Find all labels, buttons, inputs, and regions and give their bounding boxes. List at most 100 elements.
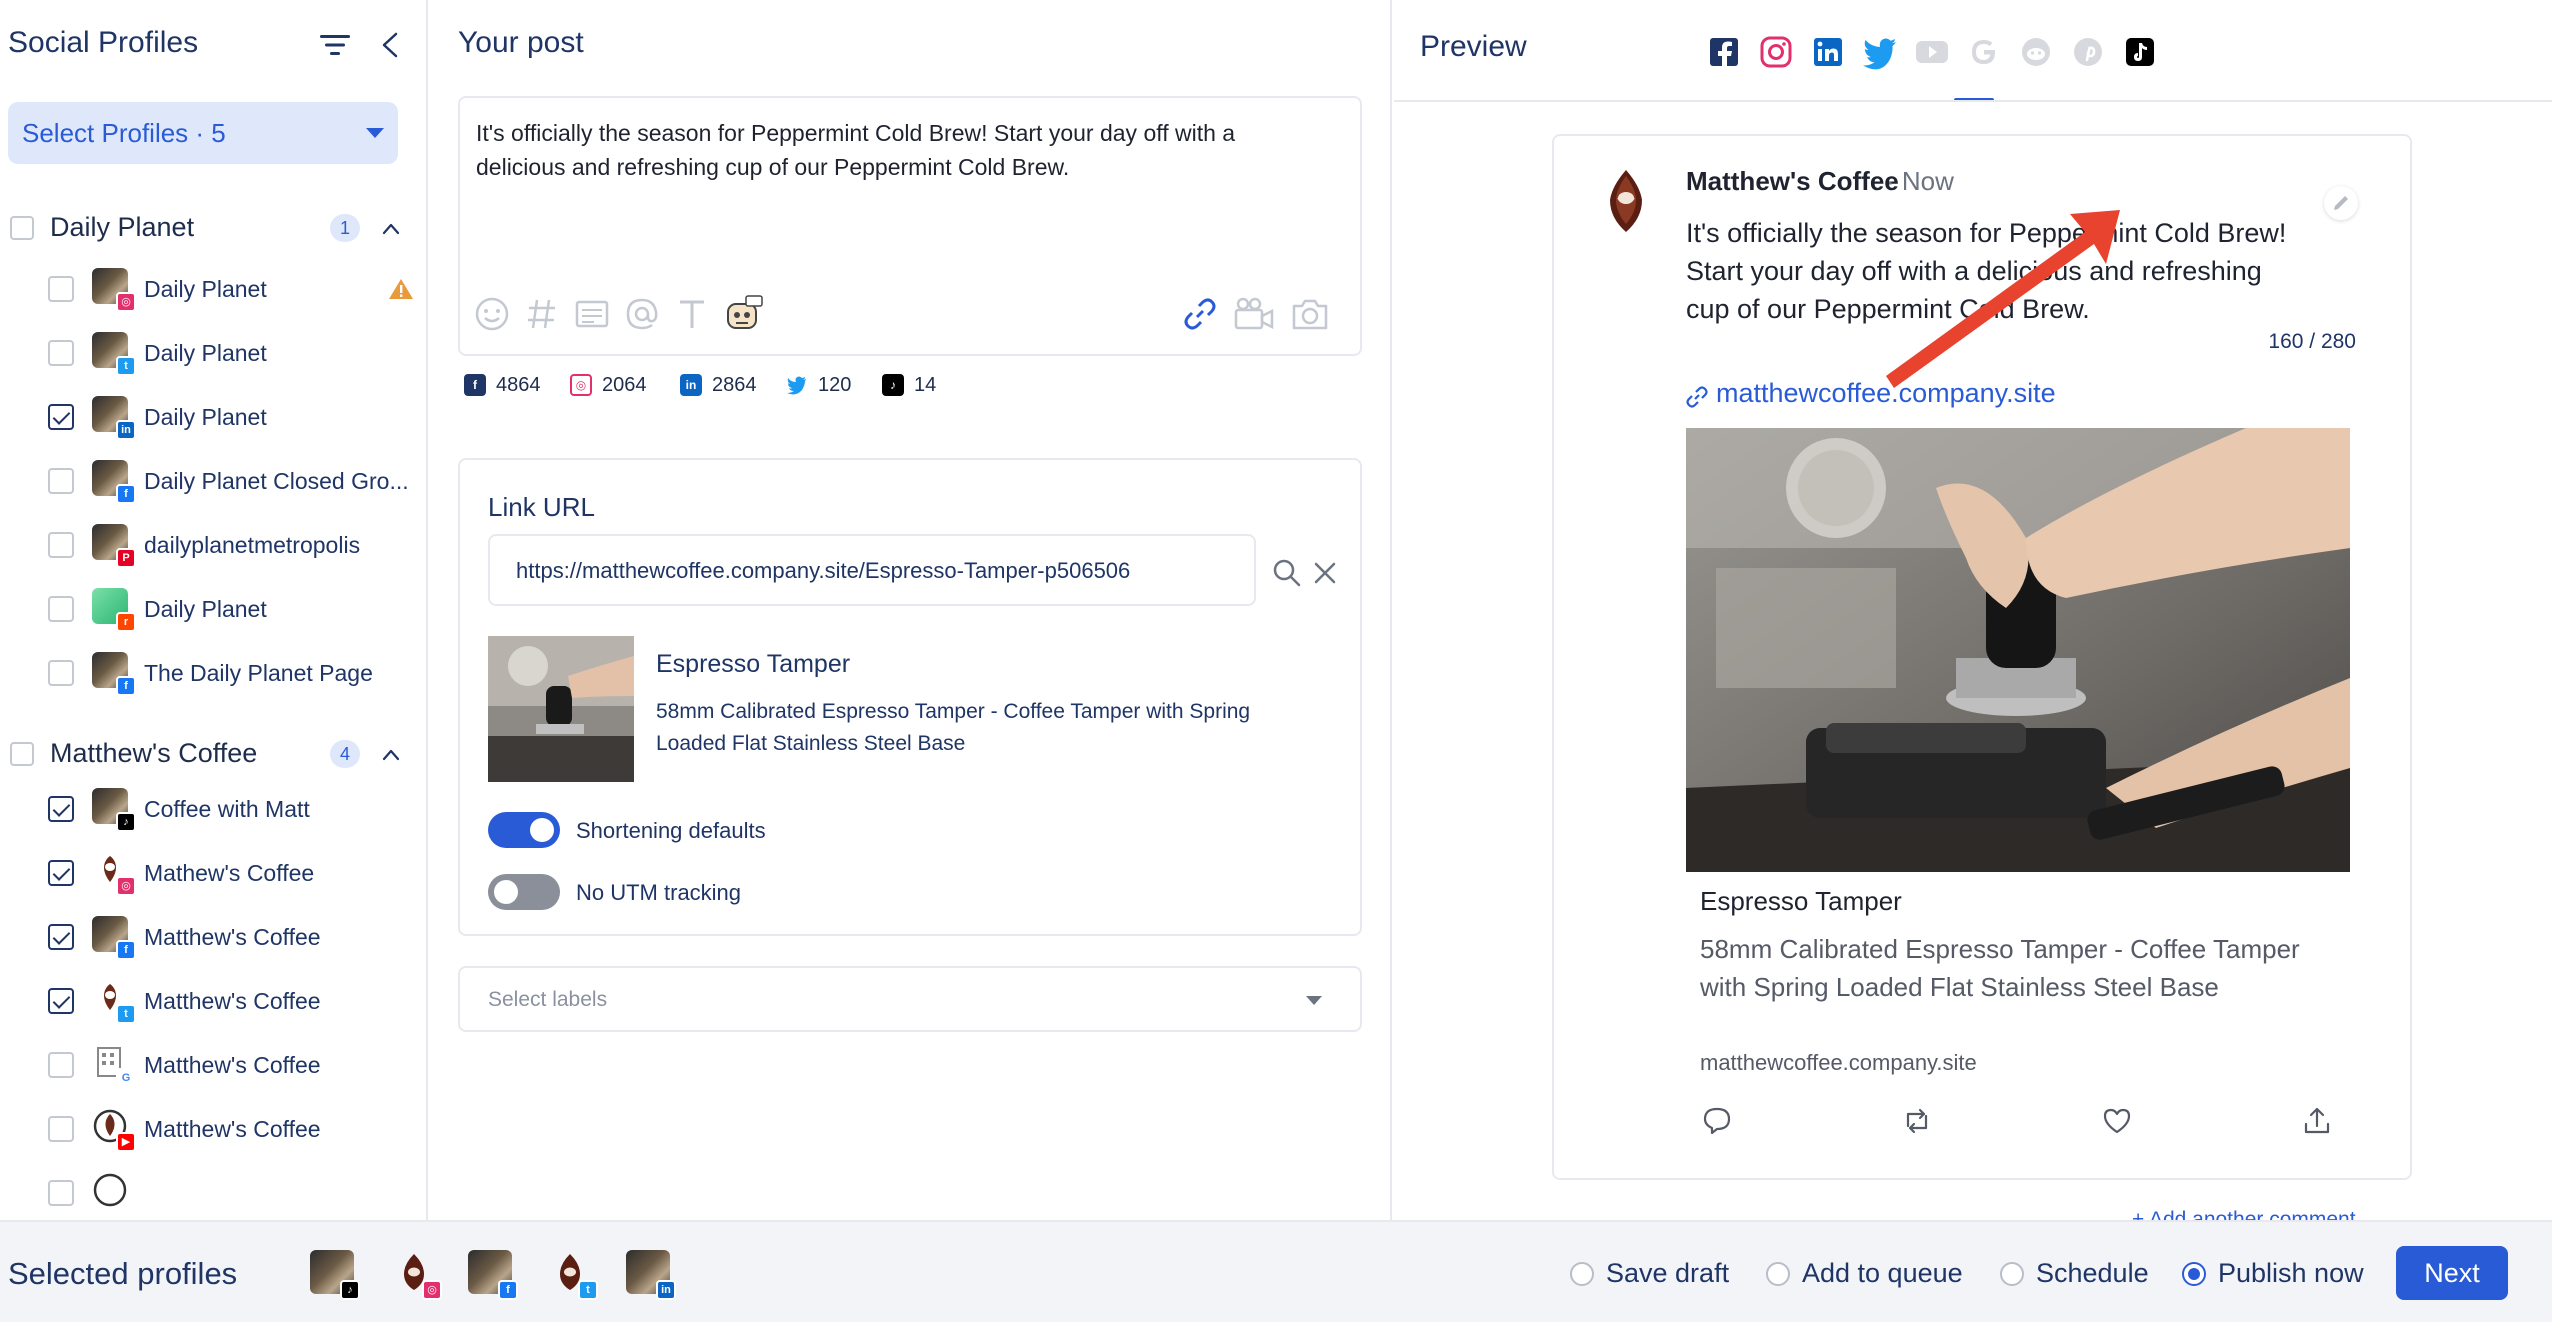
camera-icon[interactable] (1288, 294, 1332, 334)
like-icon[interactable] (2100, 1104, 2134, 1138)
profile-row[interactable]: G Matthew's Coffee (48, 1040, 426, 1090)
profile-row[interactable]: ◎ Mathew's Coffee (48, 848, 426, 898)
profile-checkbox[interactable] (48, 340, 74, 366)
publish-now-radio[interactable]: Publish now (2182, 1258, 2372, 1288)
tab-google-icon[interactable] (1962, 30, 2006, 74)
selected-profile-avatar[interactable]: ◎ (392, 1250, 442, 1300)
add-to-queue-label: Add to queue (1802, 1258, 1963, 1288)
link-icon[interactable] (1180, 294, 1220, 334)
profile-row[interactable]: ▶ Matthew's Coffee (48, 1104, 426, 1154)
profile-checkbox[interactable] (48, 988, 74, 1014)
close-icon[interactable] (1310, 558, 1340, 588)
instagram-icon: ◎ (422, 1280, 442, 1300)
profile-group-daily-planet[interactable]: Daily Planet 1 (10, 208, 410, 248)
profile-row[interactable]: f The Daily Planet Page (48, 648, 426, 698)
profile-row[interactable]: ◎ Daily Planet (48, 264, 426, 314)
avatar: ◎ (92, 268, 136, 312)
selected-profile-avatar[interactable]: t (548, 1250, 598, 1300)
selected-profile-avatar[interactable]: in (626, 1250, 676, 1300)
search-icon[interactable] (1272, 558, 1302, 588)
profile-name: Daily Planet (144, 404, 267, 430)
group-checkbox[interactable] (10, 216, 34, 240)
profile-name: Daily Planet (144, 340, 267, 366)
profile-checkbox[interactable] (48, 404, 74, 430)
mention-icon[interactable] (622, 294, 662, 334)
warning-icon[interactable] (388, 278, 414, 300)
profile-row[interactable]: ♪ Coffee with Matt (48, 784, 426, 834)
profile-checkbox[interactable] (48, 660, 74, 686)
chevron-up-icon[interactable] (382, 220, 400, 238)
tab-reddit-icon[interactable] (2014, 30, 2058, 74)
profile-checkbox[interactable] (48, 468, 74, 494)
group-checkbox[interactable] (10, 742, 34, 766)
profile-row[interactable]: f Matthew's Coffee (48, 912, 426, 962)
profile-row[interactable]: f Daily Planet Closed Gro... (48, 456, 426, 506)
retweet-icon[interactable] (1900, 1104, 1934, 1138)
profile-row[interactable]: t Matthew's Coffee (48, 976, 426, 1026)
schedule-radio[interactable]: Schedule (2000, 1258, 2160, 1288)
profile-checkbox[interactable] (48, 796, 74, 822)
tiktok-icon: ♪ (340, 1280, 360, 1300)
profile-checkbox[interactable] (48, 596, 74, 622)
add-another-comment-link[interactable]: + Add another comment (2132, 1208, 2356, 1220)
post-text[interactable]: It's officially the season for Peppermin… (476, 116, 1306, 184)
profile-name: Daily Planet Closed Gro... (144, 468, 409, 494)
profile-checkbox[interactable] (48, 924, 74, 950)
profile-row[interactable]: P dailyplanetmetropolis (48, 520, 426, 570)
edit-preview-button[interactable] (2324, 186, 2358, 220)
avatar: P (92, 524, 136, 568)
profile-group-matthews-coffee[interactable]: Matthew's Coffee 4 (10, 734, 410, 774)
hashtag-icon[interactable] (522, 294, 562, 334)
tab-facebook-icon[interactable] (1702, 30, 1746, 74)
tab-instagram-icon[interactable] (1754, 30, 1798, 74)
tab-linkedin-icon[interactable] (1806, 30, 1850, 74)
link-url-input[interactable]: https://matthewcoffee.company.site/Espre… (488, 534, 1256, 606)
facebook-icon: f (116, 676, 136, 696)
sidebar-title: Social Profiles (8, 26, 199, 59)
share-icon[interactable] (2300, 1104, 2334, 1138)
tabs-divider (1394, 100, 2552, 102)
tab-youtube-icon[interactable] (1910, 30, 1954, 74)
snippet-icon[interactable] (572, 294, 612, 334)
selected-profile-avatar[interactable]: f (468, 1250, 518, 1300)
radio-button[interactable] (2182, 1262, 2206, 1286)
profile-row[interactable]: t Daily Planet (48, 328, 426, 378)
save-draft-radio[interactable]: Save draft (1570, 1258, 1730, 1288)
selected-profile-avatar[interactable]: ♪ (310, 1250, 360, 1300)
select-labels-dropdown[interactable]: Select labels (458, 966, 1362, 1032)
ai-assistant-icon[interactable] (722, 294, 766, 334)
shortening-defaults-toggle[interactable] (488, 812, 560, 848)
add-to-queue-radio[interactable]: Add to queue (1766, 1258, 1966, 1288)
select-profiles-dropdown[interactable]: Select Profiles · 5 (8, 102, 398, 164)
utm-tracking-toggle[interactable] (488, 874, 560, 910)
profile-row[interactable]: r Daily Planet (48, 584, 426, 634)
avatar: f (92, 652, 136, 696)
profile-row[interactable]: in Daily Planet (48, 392, 426, 442)
tab-tiktok-icon[interactable] (2118, 30, 2162, 74)
char-count-value: 2864 (712, 374, 757, 396)
emoji-icon[interactable] (472, 294, 512, 334)
profile-checkbox[interactable] (48, 532, 74, 558)
avatar: in (92, 396, 136, 440)
text-format-icon[interactable] (672, 294, 712, 334)
radio-button[interactable] (1766, 1262, 1790, 1286)
radio-button[interactable] (1570, 1262, 1594, 1286)
collapse-chevron-left-icon[interactable] (376, 30, 404, 60)
profile-checkbox[interactable] (48, 276, 74, 302)
video-icon[interactable] (1232, 294, 1276, 334)
avatar: r (92, 588, 136, 632)
reply-icon[interactable] (1700, 1104, 1734, 1138)
post-text-editor[interactable]: It's officially the season for Peppermin… (458, 96, 1362, 356)
chevron-up-icon[interactable] (382, 746, 400, 764)
next-button[interactable]: Next (2396, 1246, 2508, 1300)
profile-checkbox[interactable] (48, 860, 74, 886)
profile-checkbox[interactable] (48, 1052, 74, 1078)
tab-pinterest-icon[interactable] (2066, 30, 2110, 74)
filter-icon[interactable] (318, 32, 352, 58)
char-count-value: 2064 (602, 374, 647, 396)
profile-row-partial[interactable] (48, 1168, 426, 1218)
radio-button[interactable] (2000, 1262, 2024, 1286)
tab-twitter-icon[interactable] (1858, 30, 1902, 74)
profile-checkbox[interactable] (48, 1180, 74, 1206)
profile-checkbox[interactable] (48, 1116, 74, 1142)
